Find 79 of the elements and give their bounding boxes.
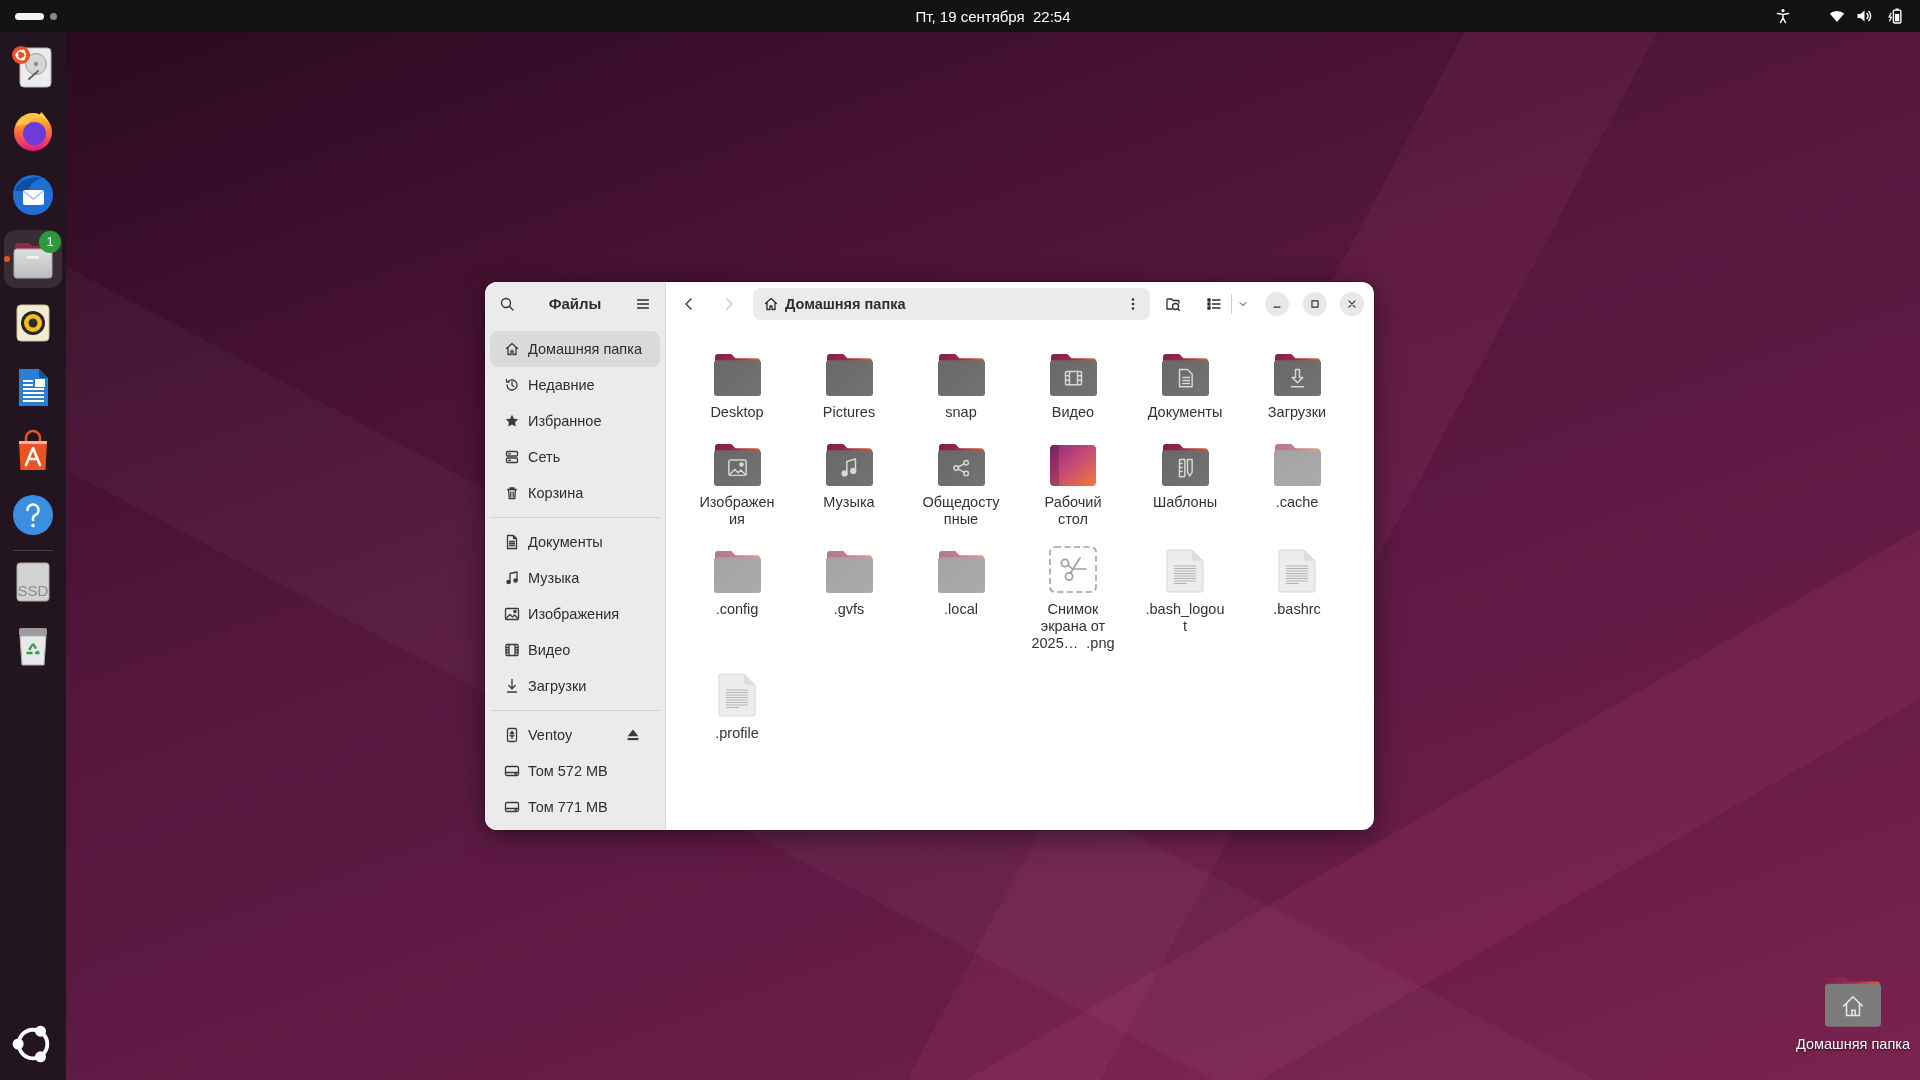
sidebar-item[interactable]: Документы: [490, 524, 660, 560]
sidebar-item[interactable]: Сеть: [490, 439, 660, 475]
file-name[interactable]: Документы: [1147, 404, 1223, 421]
file-name[interactable]: Pictures: [822, 404, 876, 421]
document-icon[interactable]: [504, 534, 520, 550]
desktop-icon-label[interactable]: Домашняя папка: [1796, 1036, 1910, 1052]
file-name[interactable]: .bash_logou t: [1145, 601, 1225, 635]
file-name[interactable]: Видео: [1051, 404, 1095, 421]
sidebar-item[interactable]: Загрузки: [490, 668, 660, 704]
download-folder-icon[interactable]: [1273, 354, 1321, 396]
home-icon[interactable]: [504, 341, 520, 357]
folder-search-icon[interactable]: [1165, 295, 1181, 312]
accessibility-icon[interactable]: [1775, 8, 1791, 24]
sidebar-item[interactable]: Ventoy: [490, 717, 660, 753]
home-folder-icon[interactable]: [1825, 975, 1881, 1027]
envelope-icon[interactable]: [11, 173, 55, 217]
screenshot-icon[interactable]: [1049, 546, 1097, 593]
file-name[interactable]: Рабочий стол: [1044, 494, 1102, 528]
usb-drive-icon[interactable]: [504, 727, 520, 743]
image-icon[interactable]: [504, 606, 520, 622]
star-icon[interactable]: [504, 413, 520, 429]
file-name[interactable]: Общедосту пные: [922, 494, 1000, 528]
file-name[interactable]: snap: [945, 404, 977, 421]
file-name[interactable]: .bashrc: [1273, 601, 1321, 618]
document-folder-icon[interactable]: [1161, 354, 1209, 396]
sidebar-item[interactable]: Видео: [490, 632, 660, 668]
clock-icon[interactable]: [504, 377, 520, 393]
list-view-icon[interactable]: [1206, 295, 1222, 312]
file-name[interactable]: Шаблоны: [1152, 494, 1218, 511]
clock[interactable]: Пт, 19 сентября 22:54: [911, 7, 1075, 25]
drive-icon[interactable]: [504, 763, 520, 779]
server-icon[interactable]: [504, 449, 520, 465]
file-name[interactable]: .config: [715, 601, 759, 618]
sidebar-item[interactable]: Том 572 MB: [490, 753, 660, 789]
folder-icon[interactable]: [825, 354, 873, 396]
download-icon[interactable]: [504, 678, 520, 694]
film-folder-icon[interactable]: [1049, 354, 1097, 396]
battery-icon[interactable]: [1887, 8, 1903, 24]
maximize-button[interactable]: [1303, 291, 1327, 316]
file-name[interactable]: .cache: [1275, 494, 1319, 511]
sidebar-item[interactable]: Изображения: [490, 596, 660, 632]
sidebar-item[interactable]: Музыка: [490, 560, 660, 596]
location-label: Домашняя папка: [785, 295, 906, 312]
help-icon[interactable]: [11, 493, 55, 537]
file-name[interactable]: Изображен ия: [699, 494, 775, 528]
wifi-icon[interactable]: [1829, 8, 1845, 24]
app-title: Файлы: [548, 295, 602, 312]
eject-icon[interactable]: [627, 729, 639, 741]
sidebar-item[interactable]: Недавние: [490, 367, 660, 403]
sidebar-item[interactable]: Корзина: [490, 475, 660, 511]
trash-icon[interactable]: [504, 485, 520, 501]
music-note-icon[interactable]: [504, 570, 520, 586]
desktop-tile-icon[interactable]: [1050, 445, 1096, 486]
file-name[interactable]: .local: [944, 601, 978, 618]
image-folder-icon[interactable]: [713, 444, 761, 486]
search-icon[interactable]: [499, 295, 515, 312]
sidebar-item[interactable]: Избранное: [490, 403, 660, 439]
sidebar-item[interactable]: Том 771 MB: [490, 789, 660, 825]
file-name[interactable]: .gvfs: [833, 601, 865, 618]
file-name[interactable]: Музыка: [823, 494, 875, 511]
music-folder-icon[interactable]: [825, 444, 873, 486]
ruler-folder-icon[interactable]: [1161, 444, 1209, 486]
file-name[interactable]: Снимок экрана от 2025… .png: [1031, 601, 1115, 652]
volume-icon[interactable]: [1856, 8, 1872, 24]
folder-icon[interactable]: [937, 354, 985, 396]
file-name[interactable]: Загрузки: [1267, 404, 1327, 421]
hard-drive-icon[interactable]: [11, 45, 55, 89]
folder-icon[interactable]: [713, 354, 761, 396]
workspace-indicator[interactable]: [15, 12, 44, 20]
file-name[interactable]: .profile: [715, 725, 759, 742]
drive-icon[interactable]: [504, 799, 520, 815]
film-icon[interactable]: [504, 642, 520, 658]
sidebar-item[interactable]: Домашняя папка: [490, 331, 660, 367]
dock-item[interactable]: [4, 230, 62, 288]
flame-globe-icon[interactable]: [11, 109, 55, 153]
file-name[interactable]: Desktop: [710, 404, 764, 421]
home-icon: [763, 295, 779, 312]
location-bar[interactable]: Домашняя папка: [753, 287, 1150, 320]
share-folder-icon[interactable]: [937, 444, 985, 486]
